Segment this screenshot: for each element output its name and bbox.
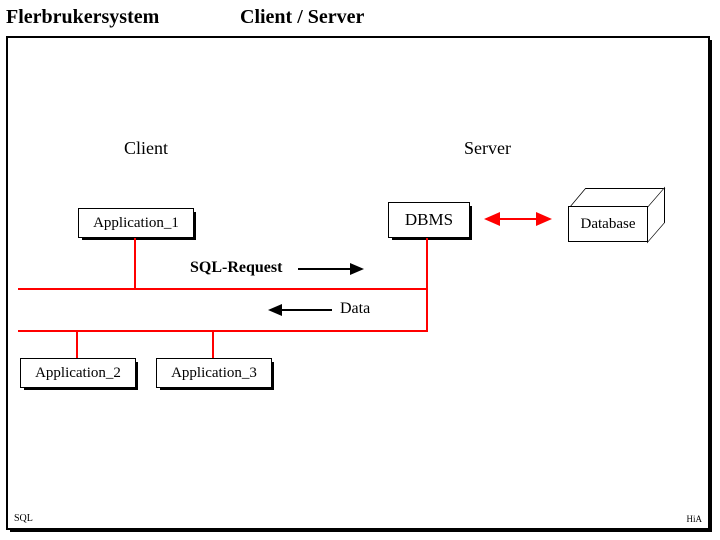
bus-line-lower: [18, 330, 428, 332]
application-2-label: Application_2: [20, 358, 136, 388]
diagram-panel: Client Server Application_1 DBMS Databas…: [6, 36, 710, 530]
page-title-right: Client / Server: [240, 6, 364, 29]
section-client-label: Client: [124, 138, 168, 159]
sql-request-arrow-head-icon: [350, 263, 364, 275]
data-arrow-head-icon: [268, 304, 282, 316]
application-3-label: Application_3: [156, 358, 272, 388]
footer-right: HiA: [687, 514, 703, 524]
bus-line-upper: [18, 288, 428, 290]
db-arrow-line: [498, 218, 538, 220]
application-1-label: Application_1: [78, 208, 194, 238]
page-title-left: Flerbrukersystem: [6, 6, 159, 29]
db-arrow-head-right-icon: [536, 212, 552, 226]
footer-left: SQL: [14, 513, 33, 524]
bus-conn-app2: [76, 330, 78, 360]
database-label: Database: [568, 206, 648, 242]
bus-conn-app1: [134, 238, 136, 288]
dbms-label: DBMS: [388, 202, 470, 238]
sql-request-label: SQL-Request: [190, 259, 282, 277]
data-arrow-line: [282, 309, 332, 311]
data-label: Data: [340, 300, 370, 318]
bus-conn-dbms: [426, 238, 428, 332]
section-server-label: Server: [464, 138, 511, 159]
bus-conn-app3: [212, 330, 214, 360]
sql-request-arrow-line: [298, 268, 352, 270]
